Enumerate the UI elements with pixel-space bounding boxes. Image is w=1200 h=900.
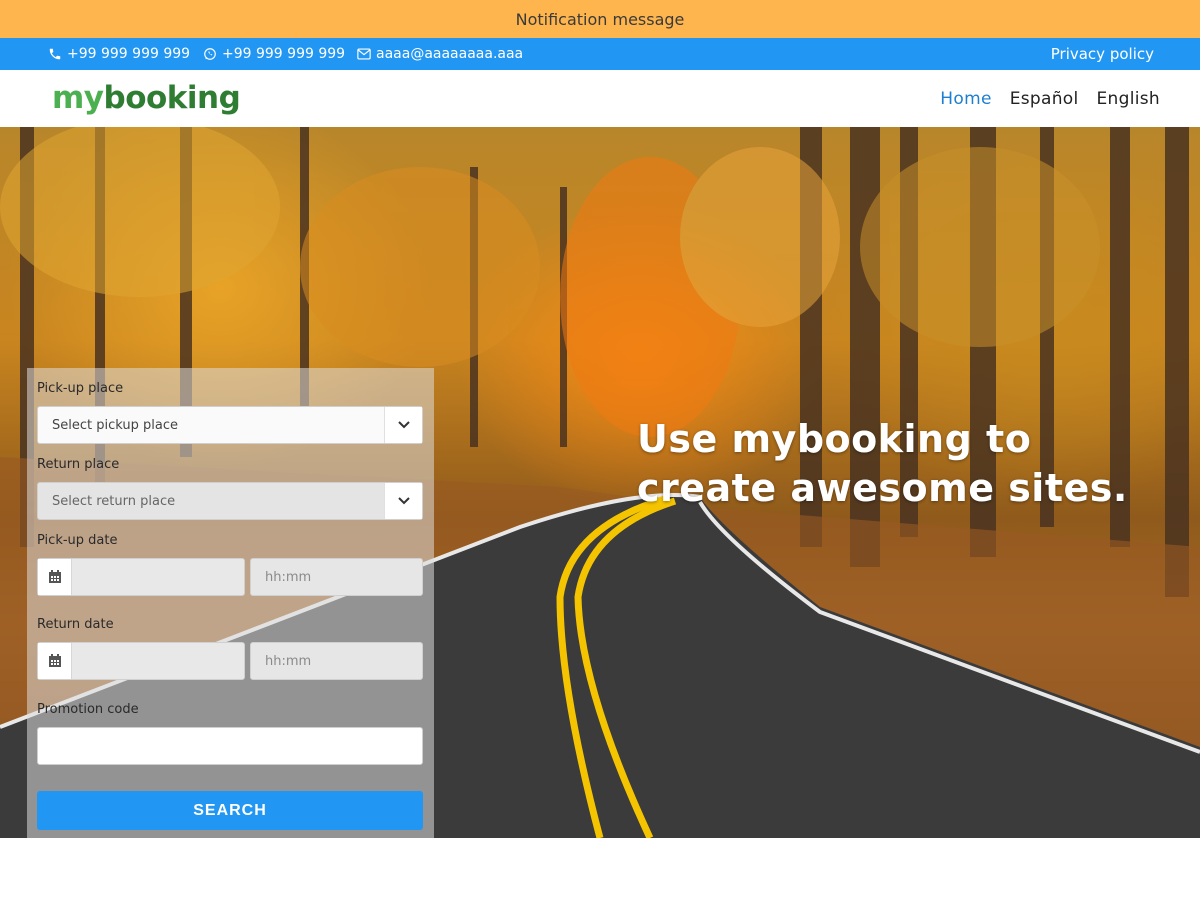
pickup-date-input[interactable]	[37, 558, 245, 596]
return-place-label: Return place	[37, 457, 120, 472]
return-place-select[interactable]: Select return place	[37, 482, 423, 520]
nav-link-espanol[interactable]: Español	[1010, 89, 1079, 109]
promotion-code-label: Promotion code	[37, 702, 139, 717]
pickup-place-label: Pick-up place	[37, 381, 124, 396]
pickup-time-placeholder: hh:mm	[265, 569, 312, 585]
pickup-date-label: Pick-up date	[37, 533, 118, 548]
return-time-placeholder: hh:mm	[265, 653, 312, 669]
main-nav: Home Español English	[940, 70, 1160, 127]
chevron-down-icon	[384, 407, 422, 443]
chevron-down-icon	[384, 483, 422, 519]
envelope-icon	[357, 48, 371, 60]
pickup-place-value: Select pickup place	[52, 417, 178, 433]
phone-number: +99 999 999 999	[67, 46, 191, 62]
main-navbar: mybooking Home Español English	[0, 70, 1200, 127]
logo-text-booking: booking	[103, 80, 241, 116]
phone-link[interactable]: +99 999 999 999	[48, 38, 190, 70]
nav-link-home[interactable]: Home	[940, 89, 991, 109]
hero-banner: Use mybooking to create awesome sites. P…	[0, 127, 1200, 838]
notification-text: Notification message	[515, 9, 685, 29]
calendar-icon[interactable]	[38, 559, 72, 595]
hero-tagline-line1: Use mybooking to	[637, 417, 1032, 461]
pickup-time-input[interactable]: hh:mm	[250, 558, 423, 596]
calendar-icon[interactable]	[38, 643, 72, 679]
mybooking-logo[interactable]: mybooking	[52, 80, 241, 116]
return-date-label: Return date	[37, 617, 114, 632]
notification-bar: Notification message	[0, 0, 1200, 38]
hero-tagline: Use mybooking to create awesome sites.	[637, 415, 1128, 513]
phone-icon	[49, 48, 61, 60]
whatsapp-link[interactable]: +99 999 999 999	[203, 38, 345, 70]
privacy-policy-link[interactable]: Privacy policy	[1051, 38, 1154, 70]
contact-bar: +99 999 999 999 +99 999 999 999 aaaa@aaa…	[0, 38, 1200, 70]
email-address: aaaa@aaaaaaaa.aaa	[376, 46, 524, 62]
booking-search-form: Pick-up place Select pickup place Return…	[27, 368, 434, 838]
return-place-value: Select return place	[52, 493, 176, 509]
search-button[interactable]: SEARCH	[37, 791, 423, 830]
return-time-input[interactable]: hh:mm	[250, 642, 423, 680]
pickup-place-select[interactable]: Select pickup place	[37, 406, 423, 444]
return-date-input[interactable]	[37, 642, 245, 680]
nav-link-english[interactable]: English	[1097, 89, 1160, 109]
logo-text-my: my	[52, 80, 104, 116]
hero-tagline-line2: create awesome sites.	[637, 466, 1128, 510]
promotion-code-input[interactable]	[37, 727, 423, 765]
whatsapp-icon	[204, 48, 216, 60]
email-link[interactable]: aaaa@aaaaaaaa.aaa	[357, 38, 523, 70]
whatsapp-number: +99 999 999 999	[222, 46, 346, 62]
